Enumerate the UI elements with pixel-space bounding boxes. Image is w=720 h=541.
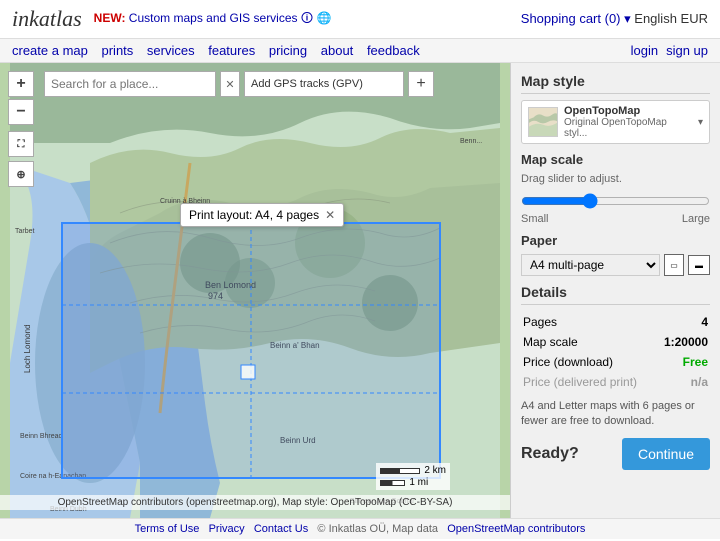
map-style-arrow: ▾ (698, 117, 703, 128)
print-tooltip-close[interactable]: ✕ (325, 208, 335, 222)
map-area[interactable]: Ben Lomond 974 Beinn a' Bhan Beinn Urd L… (0, 63, 510, 518)
price-delivered-row: Price (delivered print) n/a (523, 373, 708, 391)
scale-large-label: Large (682, 213, 710, 225)
sidebar: Map style OpenTopoMap Original OpenTopoM… (510, 63, 720, 518)
map-style-text: OpenTopoMap Original OpenTopoMap styl... (564, 105, 692, 139)
zoom-in-button[interactable]: + (8, 71, 34, 97)
search-input[interactable] (44, 71, 216, 97)
footer-privacy[interactable]: Privacy (209, 523, 245, 535)
details-section: Pages 4 Map scale 1:20000 Price (downloa… (521, 311, 710, 430)
continue-button[interactable]: Continue (622, 438, 710, 470)
gps-input: Add GPS tracks (GPV) (244, 71, 404, 97)
svg-text:Beinn Bhreac: Beinn Bhreac (20, 433, 63, 440)
globe-icon: 🌐 (316, 11, 331, 25)
paper-select[interactable]: A4 multi-page (521, 254, 660, 276)
footer-copyright: © Inkatlas OÜ, Map data (317, 523, 438, 535)
scale-heading: Map scale (521, 152, 710, 167)
location-button[interactable]: ⊕ (8, 161, 34, 187)
language-selector[interactable]: English (634, 11, 677, 26)
scale-note: Drag slider to adjust. (521, 173, 710, 185)
footer: Terms of Use Privacy Contact Us © Inkatl… (0, 518, 720, 539)
paper-section: A4 multi-page ▭ ▬ (521, 254, 710, 276)
scale-slider[interactable] (521, 193, 710, 209)
landscape-icon[interactable]: ▬ (688, 255, 710, 275)
map-style-desc: Original OpenTopoMap styl... (564, 117, 692, 139)
nav-create-map[interactable]: create a map (12, 43, 88, 58)
svg-text:Benn...: Benn... (460, 138, 482, 145)
ready-label: Ready? (521, 445, 579, 463)
price-download-label: Price (download) (523, 353, 655, 371)
scale-section: Drag slider to adjust. Small Large (521, 173, 710, 225)
pages-value: 4 (657, 313, 708, 331)
zoom-out-button[interactable]: − (8, 99, 34, 125)
price-download-value: Free (657, 353, 708, 371)
nav-feedback[interactable]: feedback (367, 43, 420, 58)
map-controls: + − ⛶ ⊕ (8, 71, 34, 187)
price-delivered-label: Price (delivered print) (523, 373, 655, 391)
details-table: Pages 4 Map scale 1:20000 Price (downloa… (521, 311, 710, 393)
signup-link[interactable]: sign up (666, 43, 708, 58)
map-scale-row: Map scale 1:20000 (523, 333, 708, 351)
nav-prints[interactable]: prints (102, 43, 134, 58)
nav-pricing[interactable]: pricing (269, 43, 307, 58)
map-attribution: OpenStreetMap contributors (openstreetma… (0, 495, 510, 510)
map-scale-value: 1:20000 (657, 333, 708, 351)
pages-row: Pages 4 (523, 313, 708, 331)
ready-section: Ready? Continue (521, 438, 710, 470)
details-heading: Details (521, 284, 710, 305)
nav-services[interactable]: services (147, 43, 195, 58)
header-right: Shopping cart (0) ▾ English EUR (521, 11, 708, 27)
search-bar: ✕ Add GPS tracks (GPV) + (44, 71, 434, 97)
scale-labels: Small Large (521, 213, 710, 225)
footer-contact[interactable]: Contact Us (254, 523, 308, 535)
navbar-right: login sign up (631, 43, 708, 58)
print-tooltip: Print layout: A4, 4 pages ✕ (180, 203, 344, 227)
map-style-icon (528, 107, 558, 137)
price-download-row: Price (download) Free (523, 353, 708, 371)
info-icon: 🛈 (301, 11, 313, 25)
header: inkatlas NEW: Custom maps and GIS servic… (0, 0, 720, 39)
logo: inkatlas (12, 6, 82, 32)
pages-label: Pages (523, 313, 655, 331)
print-tooltip-label: Print layout: A4, 4 pages (189, 208, 319, 222)
navbar: create a map prints services features pr… (0, 39, 720, 63)
map-style-name: OpenTopoMap (564, 105, 692, 117)
new-link[interactable]: Custom maps and GIS services (129, 11, 298, 25)
paper-select-wrap: A4 multi-page ▭ ▬ (521, 254, 710, 276)
fullscreen-button[interactable]: ⛶ (8, 131, 34, 157)
paper-heading: Paper (521, 233, 710, 248)
nav-about[interactable]: about (321, 43, 354, 58)
footer-osm-link[interactable]: OpenStreetMap contributors (447, 523, 585, 535)
price-delivered-value: n/a (657, 373, 708, 391)
cart-link[interactable]: Shopping cart (0) (521, 11, 621, 26)
map-style-heading: Map style (521, 73, 710, 94)
new-banner: NEW: Custom maps and GIS services 🛈 🌐 (94, 9, 332, 30)
map-background: Ben Lomond 974 Beinn a' Bhan Beinn Urd L… (0, 63, 510, 518)
details-note: A4 and Letter maps with 6 pages or fewer… (521, 399, 710, 430)
currency-selector[interactable]: EUR (681, 11, 708, 26)
login-link[interactable]: login (631, 43, 658, 58)
search-clear-button[interactable]: ✕ (220, 71, 240, 97)
scale-bar: 2 km 1 mi (376, 463, 450, 490)
scale-small-label: Small (521, 213, 549, 225)
navbar-left: create a map prints services features pr… (12, 43, 430, 58)
gps-add-button[interactable]: + (408, 71, 434, 97)
svg-text:Tarbet: Tarbet (15, 228, 35, 235)
map-scale-label: Map scale (523, 333, 655, 351)
map-style-selector[interactable]: OpenTopoMap Original OpenTopoMap styl...… (521, 100, 710, 144)
footer-terms[interactable]: Terms of Use (135, 523, 200, 535)
nav-features[interactable]: features (208, 43, 255, 58)
portrait-icon[interactable]: ▭ (664, 254, 684, 276)
svg-text:Loch Lomond: Loch Lomond (23, 325, 32, 373)
topo-icon (529, 107, 557, 137)
main: Ben Lomond 974 Beinn a' Bhan Beinn Urd L… (0, 63, 720, 518)
currency-separator: ▾ (624, 11, 634, 26)
